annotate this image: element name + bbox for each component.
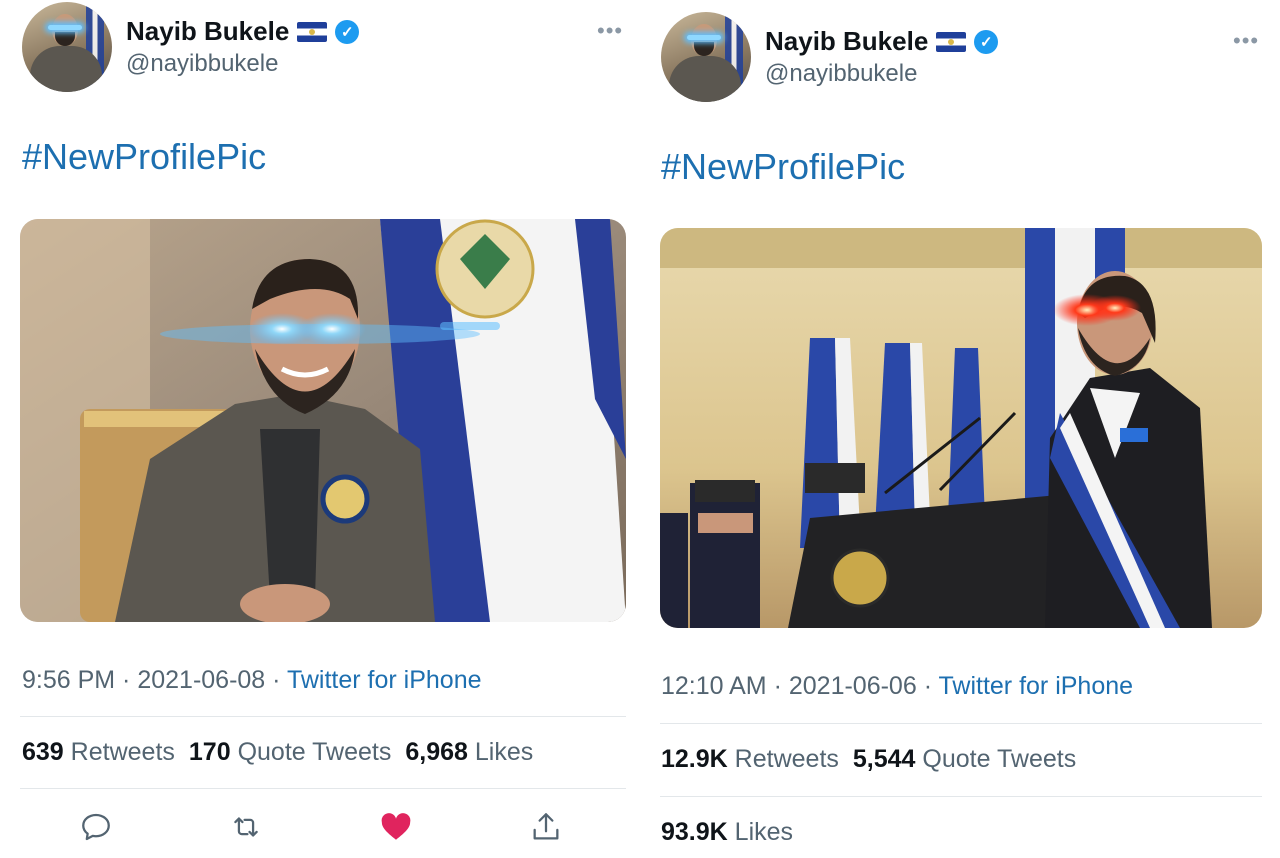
retweet-icon[interactable]	[226, 807, 266, 847]
verified-badge-icon: ✓	[335, 19, 360, 44]
hashtag-link[interactable]: #NewProfilePic	[661, 146, 905, 188]
retweets-stat[interactable]: 12.9K Retweets	[661, 745, 839, 773]
likes-count: 93.9K	[661, 818, 728, 846]
hashtag-link[interactable]: #NewProfilePic	[22, 136, 266, 178]
photo-laser-eyes-portrait	[20, 219, 626, 622]
quote-tweets-label: Quote Tweets	[922, 745, 1077, 773]
retweets-label: Retweets	[70, 738, 175, 766]
meta-separator: ·	[766, 672, 789, 700]
quote-tweets-stat[interactable]: 5,544 Quote Tweets	[853, 745, 1076, 773]
likes-label: Likes	[734, 818, 794, 846]
tweet-stats: 12.9K Retweets 5,544 Quote Tweets	[661, 745, 1076, 774]
likes-stat[interactable]: 93.9K Likes	[661, 818, 793, 847]
tweet-source-link[interactable]: Twitter for iPhone	[287, 666, 482, 694]
retweets-label: Retweets	[734, 745, 839, 773]
quote-tweets-count: 170	[188, 738, 231, 766]
verified-badge-icon: ✓	[974, 29, 999, 54]
quote-tweets-count: 5,544	[852, 745, 916, 773]
likes-count: 6,968	[405, 738, 468, 766]
tweet-stats: 639 Retweets 170 Quote Tweets 6,968 Likes	[22, 738, 533, 767]
tweet-card-right: Nayib Bukele ✓ @nayibbukele ••• #NewProf…	[640, 0, 1262, 858]
el-salvador-flag-icon	[297, 21, 328, 42]
tweet-time[interactable]: 9:56 PM	[22, 666, 115, 694]
retweets-stat[interactable]: 639 Retweets	[22, 738, 175, 766]
meta-separator: ·	[115, 666, 138, 694]
avatar[interactable]	[22, 2, 112, 92]
divider	[20, 788, 626, 789]
avatar[interactable]	[661, 12, 751, 102]
tweet-photo[interactable]	[20, 219, 626, 622]
tweet-meta: 9:56 PM · 2021-06-08 · Twitter for iPhon…	[22, 666, 482, 695]
author-handle[interactable]: @nayibbukele	[765, 60, 917, 88]
el-salvador-flag-icon	[936, 31, 967, 52]
like-icon-filled[interactable]	[376, 807, 416, 847]
likes-stat[interactable]: 6,968 Likes	[405, 738, 533, 766]
likes-label: Likes	[474, 738, 534, 766]
tweet-meta: 12:10 AM · 2021-06-06 · Twitter for iPho…	[661, 672, 1133, 701]
more-options-icon[interactable]: •••	[597, 18, 623, 44]
divider	[660, 796, 1262, 797]
tweet-date[interactable]: 2021-06-06	[789, 672, 917, 700]
retweets-count: 12.9K	[661, 745, 728, 773]
author-name[interactable]: Nayib Bukele	[126, 16, 289, 47]
meta-separator: ·	[916, 672, 939, 700]
divider	[660, 723, 1262, 724]
quote-tweets-stat[interactable]: 170 Quote Tweets	[189, 738, 391, 766]
photo-red-laser-eyes-podium	[660, 228, 1262, 628]
quote-tweets-label: Quote Tweets	[237, 738, 392, 766]
more-options-icon[interactable]: •••	[1233, 28, 1259, 54]
divider	[20, 716, 626, 717]
tweet-time[interactable]: 12:10 AM	[661, 672, 767, 700]
author-handle[interactable]: @nayibbukele	[126, 50, 278, 78]
tweet-date[interactable]: 2021-06-08	[137, 666, 265, 694]
author-name[interactable]: Nayib Bukele	[765, 26, 928, 57]
author-name-row[interactable]: Nayib Bukele ✓	[765, 26, 999, 57]
meta-separator: ·	[265, 666, 287, 694]
author-name-row[interactable]: Nayib Bukele ✓	[126, 16, 360, 47]
reply-icon[interactable]	[76, 807, 116, 847]
tweet-card-left: Nayib Bukele ✓ @nayibbukele ••• #NewProf…	[0, 0, 626, 858]
tweet-photo[interactable]	[660, 228, 1262, 628]
tweet-source-link[interactable]: Twitter for iPhone	[939, 672, 1134, 700]
retweets-count: 639	[22, 738, 64, 766]
share-icon[interactable]	[526, 807, 566, 847]
